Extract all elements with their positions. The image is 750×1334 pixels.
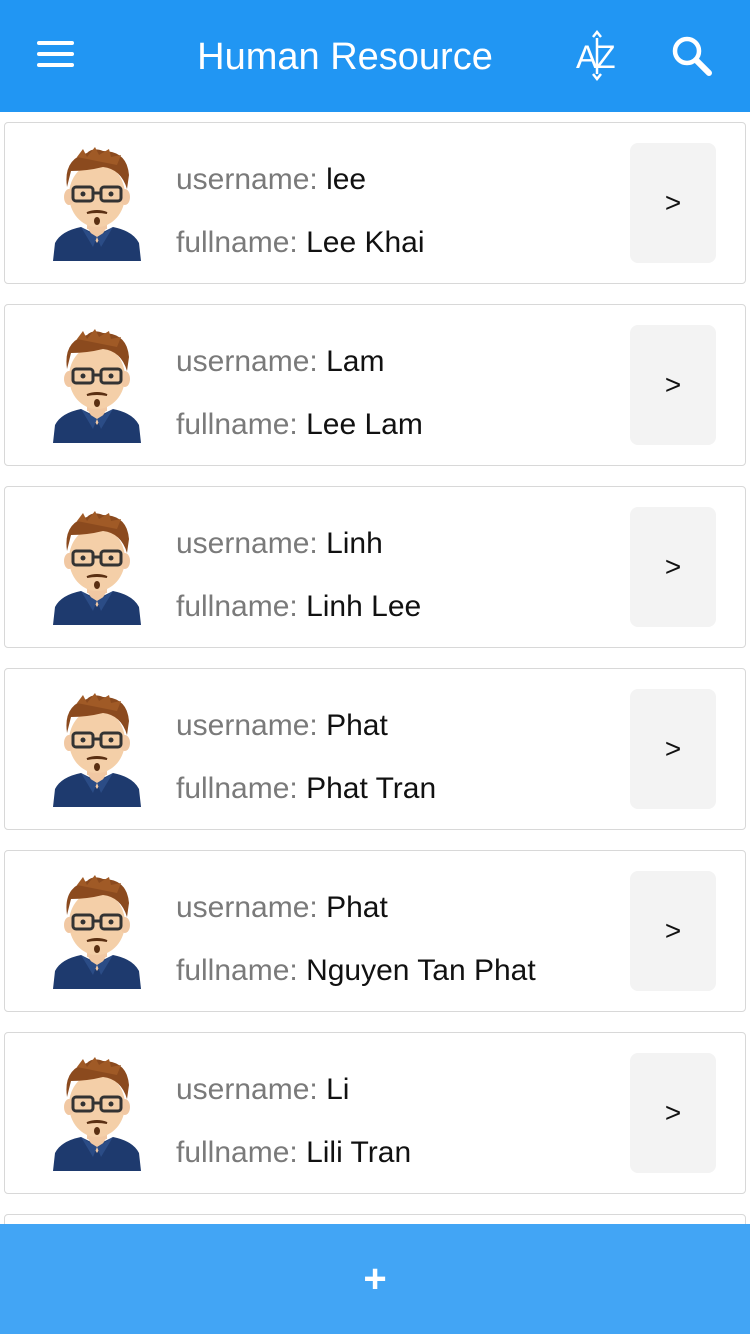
username-row: username: Phat [176,709,388,743]
app-screen: Human Resource A Z username: lee fullnam… [0,0,750,1334]
username-label: username: [176,345,327,378]
avatar [47,147,147,261]
avatar [47,875,147,989]
chevron-right-icon: > [664,915,682,946]
fullname-value: Lee Khai [306,226,425,259]
view-detail-button[interactable]: > [630,689,716,809]
list-item[interactable]: username: Li fullname: Lili Tran > [4,1032,746,1194]
view-detail-button[interactable]: > [630,325,716,445]
page-title: Human Resource [197,36,493,78]
fullname-value: Lili Tran [306,1136,412,1169]
add-label: + [363,1256,387,1301]
username-value: Phat [326,709,388,742]
add-user-button[interactable]: + [0,1224,750,1334]
fullname-label: fullname: [176,226,307,259]
username-label: username: [176,163,327,196]
list-item[interactable]: username: Phat fullname: Nguyen Tan Phat… [4,850,746,1012]
username-value: Lam [326,345,385,378]
list-item[interactable]: username: lee fullname: Lee Khai > [4,122,746,284]
svg-text:Z: Z [596,39,616,75]
view-detail-button[interactable]: > [630,1053,716,1173]
avatar [47,329,147,443]
username-label: username: [176,527,327,560]
avatar [47,511,147,625]
fullname-label: fullname: [176,772,307,805]
view-detail-button[interactable]: > [630,507,716,627]
search-icon[interactable] [666,30,718,82]
chevron-right-icon: > [664,551,682,582]
chevron-right-icon: > [664,369,682,400]
avatar [47,1057,147,1171]
chevron-right-icon: > [664,733,682,764]
fullname-value: Phat Tran [306,772,437,805]
list-item[interactable]: username: Phat fullname: Phat Tran > [4,668,746,830]
fullname-row: fullname: Lee Khai [176,226,425,260]
view-detail-button[interactable]: > [630,143,716,263]
list-item[interactable]: username: Lam fullname: Lee Lam > [4,304,746,466]
fullname-row: fullname: Lee Lam [176,408,423,442]
fullname-value: Lee Lam [306,408,423,441]
fullname-row: fullname: Nguyen Tan Phat [176,954,536,988]
username-row: username: Phat [176,891,388,925]
username-value: Li [326,1073,350,1106]
username-row: username: Linh [176,527,383,561]
username-label: username: [176,891,327,924]
hamburger-menu-icon[interactable] [30,31,80,77]
username-row: username: Li [176,1073,349,1107]
sort-az-icon[interactable]: A Z [568,29,626,82]
username-label: username: [176,709,327,742]
chevron-right-icon: > [664,1097,682,1128]
fullname-row: fullname: Phat Tran [176,772,436,806]
username-row: username: lee [176,163,366,197]
fullname-label: fullname: [176,1136,307,1169]
username-value: Phat [326,891,388,924]
fullname-row: fullname: Linh Lee [176,590,421,624]
view-detail-button[interactable]: > [630,871,716,991]
fullname-label: fullname: [176,590,307,623]
username-value: Linh [326,527,383,560]
fullname-row: fullname: Lili Tran [176,1136,411,1170]
username-value: lee [326,163,367,196]
avatar [47,693,147,807]
fullname-value: Nguyen Tan Phat [306,954,536,987]
username-label: username: [176,1073,327,1106]
svg-text:A: A [576,39,598,75]
chevron-right-icon: > [664,187,682,218]
username-row: username: Lam [176,345,384,379]
list-item[interactable]: username: Linh fullname: Linh Lee > [4,486,746,648]
app-header: Human Resource A Z [0,0,750,112]
fullname-value: Linh Lee [306,590,422,623]
fullname-label: fullname: [176,408,307,441]
fullname-label: fullname: [176,954,307,987]
